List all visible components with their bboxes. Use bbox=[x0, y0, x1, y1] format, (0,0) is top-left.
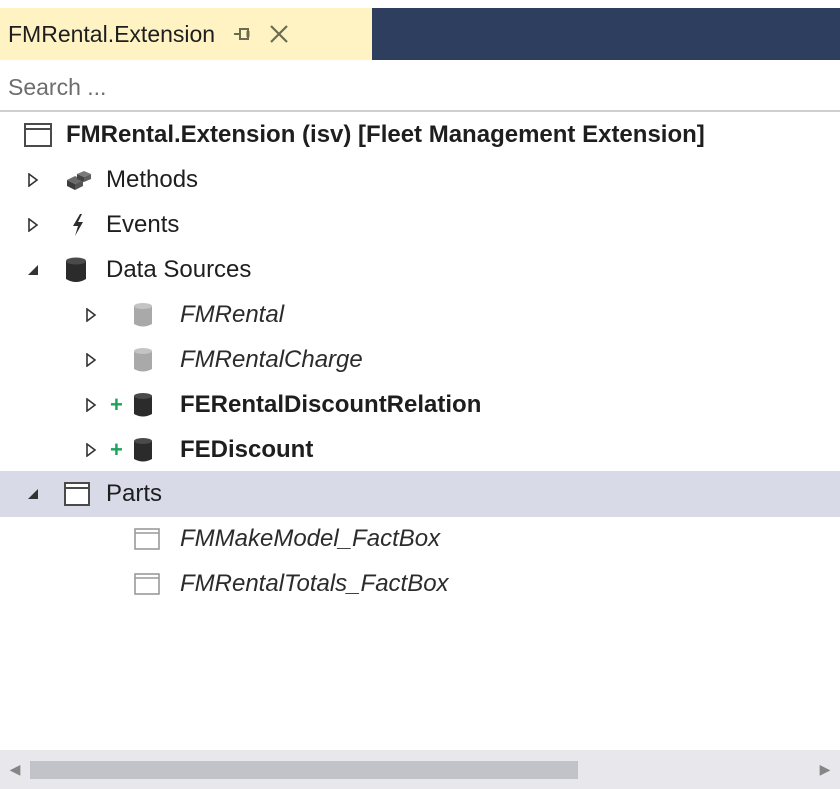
tab-title: FMRental.Extension bbox=[8, 20, 216, 47]
database-icon bbox=[132, 428, 154, 472]
pin-icon[interactable] bbox=[233, 27, 253, 41]
database-icon bbox=[132, 383, 154, 427]
tree-node-parts[interactable]: Parts bbox=[0, 471, 840, 517]
added-plus-icon: + bbox=[110, 392, 123, 417]
tree-node-data-sources[interactable]: Data Sources bbox=[0, 248, 840, 292]
database-icon bbox=[132, 293, 154, 337]
datasource-label: FMRentalCharge bbox=[180, 346, 363, 373]
part-item[interactable]: FMMakeModel_FactBox bbox=[0, 517, 840, 561]
horizontal-scrollbar[interactable]: ◀ ▶ bbox=[0, 750, 840, 789]
methods-icon bbox=[64, 158, 94, 202]
lightning-icon bbox=[70, 203, 86, 247]
data-sources-label: Data Sources bbox=[106, 256, 252, 283]
expand-arrow-icon[interactable] bbox=[80, 338, 102, 382]
tree-node-methods[interactable]: Methods bbox=[0, 158, 840, 202]
datasource-item[interactable]: FMRentalCharge bbox=[0, 338, 840, 382]
form-icon bbox=[24, 113, 52, 157]
scroll-right-arrow-icon[interactable]: ▶ bbox=[810, 750, 840, 789]
expand-arrow-icon[interactable] bbox=[22, 203, 44, 247]
close-icon[interactable] bbox=[269, 24, 289, 44]
part-label: FMMakeModel_FactBox bbox=[180, 525, 441, 552]
factbox-icon bbox=[134, 517, 160, 561]
added-plus-icon: + bbox=[110, 437, 123, 462]
tree-node-events[interactable]: Events bbox=[0, 203, 840, 247]
scrollbar-thumb[interactable] bbox=[30, 761, 578, 779]
collapse-arrow-icon[interactable] bbox=[22, 472, 44, 516]
top-band bbox=[0, 0, 840, 8]
part-item[interactable]: FMRentalTotals_FactBox bbox=[0, 562, 840, 606]
document-tab[interactable]: FMRental.Extension bbox=[0, 8, 372, 60]
parts-icon bbox=[64, 472, 90, 516]
tree-root-row[interactable]: FMRental.Extension (isv) [Fleet Manageme… bbox=[0, 113, 840, 157]
expand-arrow-icon[interactable] bbox=[22, 158, 44, 202]
events-label: Events bbox=[106, 211, 180, 238]
expand-arrow-icon[interactable] bbox=[80, 383, 102, 427]
search-input[interactable] bbox=[0, 62, 830, 112]
datasource-item[interactable]: + FERentalDiscountRelation bbox=[0, 383, 840, 427]
factbox-icon bbox=[134, 562, 160, 606]
root-label: FMRental.Extension (isv) [Fleet Manageme… bbox=[66, 121, 705, 148]
collapse-arrow-icon[interactable] bbox=[22, 248, 44, 292]
datasource-label: FEDiscount bbox=[180, 436, 314, 463]
parts-label: Parts bbox=[106, 480, 163, 507]
datasource-label: FMRental bbox=[180, 301, 285, 328]
database-icon bbox=[132, 338, 154, 382]
database-icon bbox=[64, 248, 88, 292]
scroll-left-arrow-icon[interactable]: ◀ bbox=[0, 750, 30, 789]
expand-arrow-icon[interactable] bbox=[80, 428, 102, 472]
methods-label: Methods bbox=[106, 166, 199, 193]
datasource-item[interactable]: + FEDiscount bbox=[0, 428, 840, 472]
expand-arrow-icon[interactable] bbox=[80, 293, 102, 337]
search-box[interactable] bbox=[0, 62, 840, 112]
part-label: FMRentalTotals_FactBox bbox=[180, 570, 449, 597]
datasource-label: FERentalDiscountRelation bbox=[180, 391, 482, 418]
datasource-item[interactable]: FMRental bbox=[0, 293, 840, 337]
